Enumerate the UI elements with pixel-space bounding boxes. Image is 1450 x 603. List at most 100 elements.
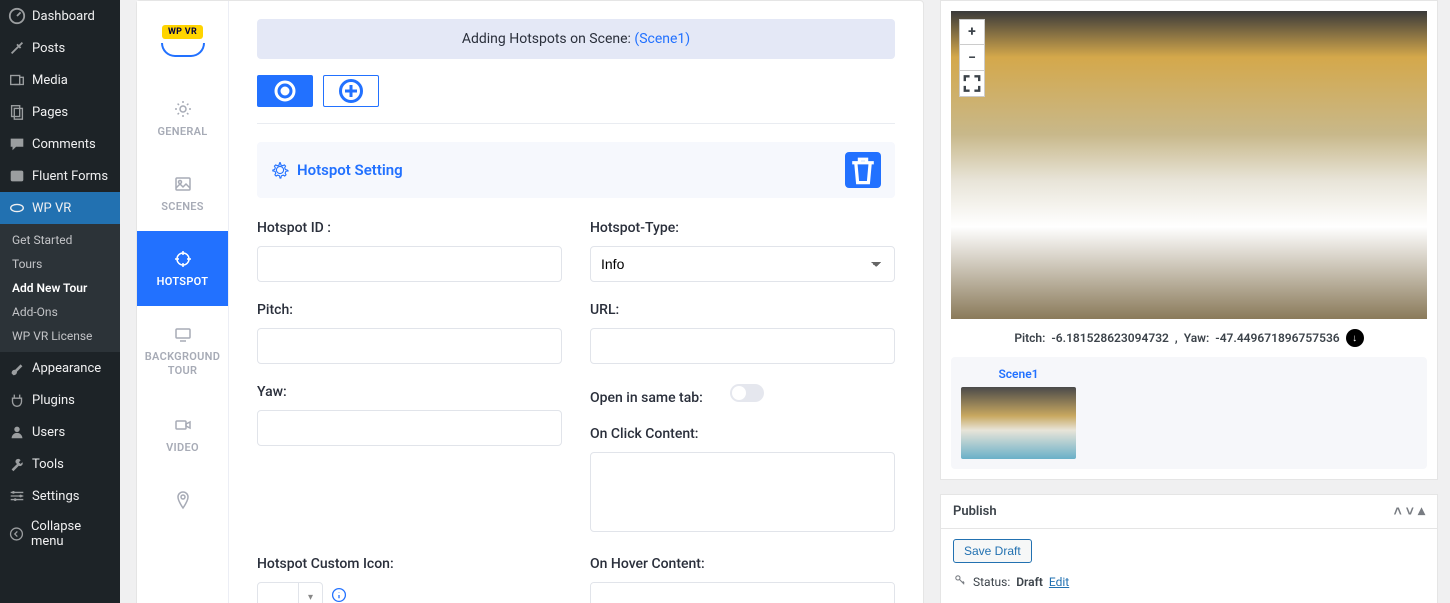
side-tabs: WP VR GENERAL SCENES HOTSPOT BACK: [137, 1, 229, 603]
submenu-license[interactable]: WP VR License: [0, 324, 120, 348]
move-up-icon[interactable]: ˄: [1394, 503, 1402, 520]
tab-background-tour[interactable]: BACKGROUND TOUR: [137, 306, 228, 397]
status-label: Status:: [973, 575, 1010, 589]
tab-label: HOTSPOT: [157, 275, 209, 288]
field-url: URL:: [590, 302, 895, 364]
add-hotspot-button[interactable]: [323, 75, 379, 107]
tab-label: SCENES: [161, 200, 204, 213]
icon-swatch: [258, 583, 298, 603]
input-yaw[interactable]: [257, 410, 562, 446]
pin-icon: [173, 490, 193, 510]
tab-label: VIDEO: [166, 441, 199, 454]
form-icon: [8, 167, 26, 185]
submenu-tours[interactable]: Tours: [0, 252, 120, 276]
menu-label: Posts: [32, 41, 65, 56]
tab-label: BACKGROUND TOUR: [143, 350, 222, 379]
textarea-on-click[interactable]: [590, 452, 895, 532]
menu-collapse[interactable]: Collapse menu: [0, 512, 120, 556]
panorama-preview[interactable]: + −: [951, 11, 1427, 319]
zoom-out-button[interactable]: −: [959, 45, 985, 71]
menu-dashboard[interactable]: Dashboard: [0, 0, 120, 32]
fullscreen-button[interactable]: [959, 71, 985, 97]
panorama-coordinates: Pitch: -6.181528623094732, Yaw: -47.4496…: [951, 319, 1427, 357]
tab-video[interactable]: VIDEO: [137, 397, 228, 472]
menu-media[interactable]: Media: [0, 64, 120, 96]
plug-icon: [8, 391, 26, 409]
edit-status-link[interactable]: Edit: [1049, 575, 1069, 589]
download-coords-button[interactable]: ↓: [1346, 329, 1364, 347]
sliders-icon: [8, 487, 26, 505]
editor-pane: WP VR GENERAL SCENES HOTSPOT BACK: [120, 0, 940, 603]
scene-thumbnail-strip: Scene1: [951, 357, 1427, 469]
menu-label: Settings: [32, 489, 79, 504]
menu-wp-vr[interactable]: WP VR: [0, 192, 120, 224]
input-url[interactable]: [590, 328, 895, 364]
field-pitch: Pitch:: [257, 302, 562, 364]
submenu-add-new-tour[interactable]: Add New Tour: [0, 276, 120, 300]
menu-label: Pages: [32, 105, 68, 120]
tab-more[interactable]: [137, 472, 228, 528]
menu-label: WP VR: [32, 201, 71, 216]
move-down-icon[interactable]: ˅: [1406, 503, 1414, 520]
status-line: Status: Draft Edit: [953, 573, 1425, 590]
hotspot-button-row: [257, 75, 895, 107]
tab-label: GENERAL: [157, 125, 207, 138]
submenu-get-started[interactable]: Get Started: [0, 228, 120, 252]
setting-header-title: Hotspot Setting: [297, 161, 403, 179]
toggle-panel-icon[interactable]: ▴: [1418, 503, 1425, 520]
pitch-label: Pitch:: [1014, 331, 1045, 345]
toggle-open-same-tab[interactable]: [730, 384, 764, 402]
preview-box: + − Pitch: -6.181528623094732, Yaw: -47.…: [940, 0, 1438, 480]
submenu-addons[interactable]: Add-Ons: [0, 300, 120, 324]
tab-hotspot[interactable]: HOTSPOT: [137, 231, 228, 306]
current-hotspot-button[interactable]: [257, 75, 313, 107]
input-pitch[interactable]: [257, 328, 562, 364]
publish-title: Publish: [953, 504, 997, 519]
editor-panel: WP VR GENERAL SCENES HOTSPOT BACK: [136, 0, 924, 603]
delete-hotspot-button[interactable]: [845, 152, 881, 188]
dashboard-icon: [8, 7, 26, 25]
field-yaw: Yaw:: [257, 384, 562, 536]
menu-label: Collapse menu: [31, 519, 112, 549]
menu-pages[interactable]: Pages: [0, 96, 120, 128]
menu-fluent-forms[interactable]: Fluent Forms: [0, 160, 120, 192]
banner-prefix: Adding Hotspots on Scene:: [462, 31, 635, 47]
save-draft-button[interactable]: Save Draft: [953, 539, 1032, 563]
menu-tools[interactable]: Tools: [0, 448, 120, 480]
icon-dropdown-trigger[interactable]: ▾: [298, 583, 322, 603]
brush-icon: [8, 359, 26, 377]
menu-label: Plugins: [32, 393, 75, 408]
scene-thumb-image: [961, 387, 1076, 459]
yaw-value: -47.449671896757536: [1215, 331, 1339, 345]
menu-settings[interactable]: Settings: [0, 480, 120, 512]
menu-comments[interactable]: Comments: [0, 128, 120, 160]
image-icon: [173, 174, 193, 194]
label-custom-icon: Hotspot Custom Icon:: [257, 556, 562, 572]
menu-plugins[interactable]: Plugins: [0, 384, 120, 416]
menu-posts[interactable]: Posts: [0, 32, 120, 64]
input-hotspot-id[interactable]: [257, 246, 562, 282]
label-url: URL:: [590, 302, 895, 318]
banner-scene-link[interactable]: (Scene1): [634, 31, 690, 47]
hotspot-tab-body: Adding Hotspots on Scene: (Scene1) Hotsp…: [229, 1, 923, 603]
menu-users[interactable]: Users: [0, 416, 120, 448]
publish-body: Save Draft Status: Draft Edit Visibility…: [941, 529, 1437, 603]
textarea-on-hover[interactable]: [590, 582, 895, 603]
wp-admin-sidebar: Dashboard Posts Media Pages Comments Flu…: [0, 0, 120, 603]
field-on-hover: On Hover Content:: [590, 556, 895, 603]
tab-scenes[interactable]: SCENES: [137, 156, 228, 231]
pages-icon: [8, 103, 26, 121]
menu-label: Comments: [32, 137, 96, 152]
menu-appearance[interactable]: Appearance: [0, 352, 120, 384]
info-icon[interactable]: [331, 587, 347, 603]
select-hotspot-type[interactable]: Info: [590, 246, 895, 282]
label-hotspot-type: Hotspot-Type:: [590, 220, 895, 236]
tab-general[interactable]: GENERAL: [137, 81, 228, 156]
collapse-icon: [8, 525, 25, 543]
scene-thumbnail[interactable]: Scene1: [961, 367, 1076, 459]
field-on-click: On Click Content:: [590, 426, 895, 536]
label-yaw: Yaw:: [257, 384, 562, 400]
zoom-in-button[interactable]: +: [959, 19, 985, 45]
scene-banner: Adding Hotspots on Scene: (Scene1): [257, 19, 895, 59]
user-icon: [8, 423, 26, 441]
